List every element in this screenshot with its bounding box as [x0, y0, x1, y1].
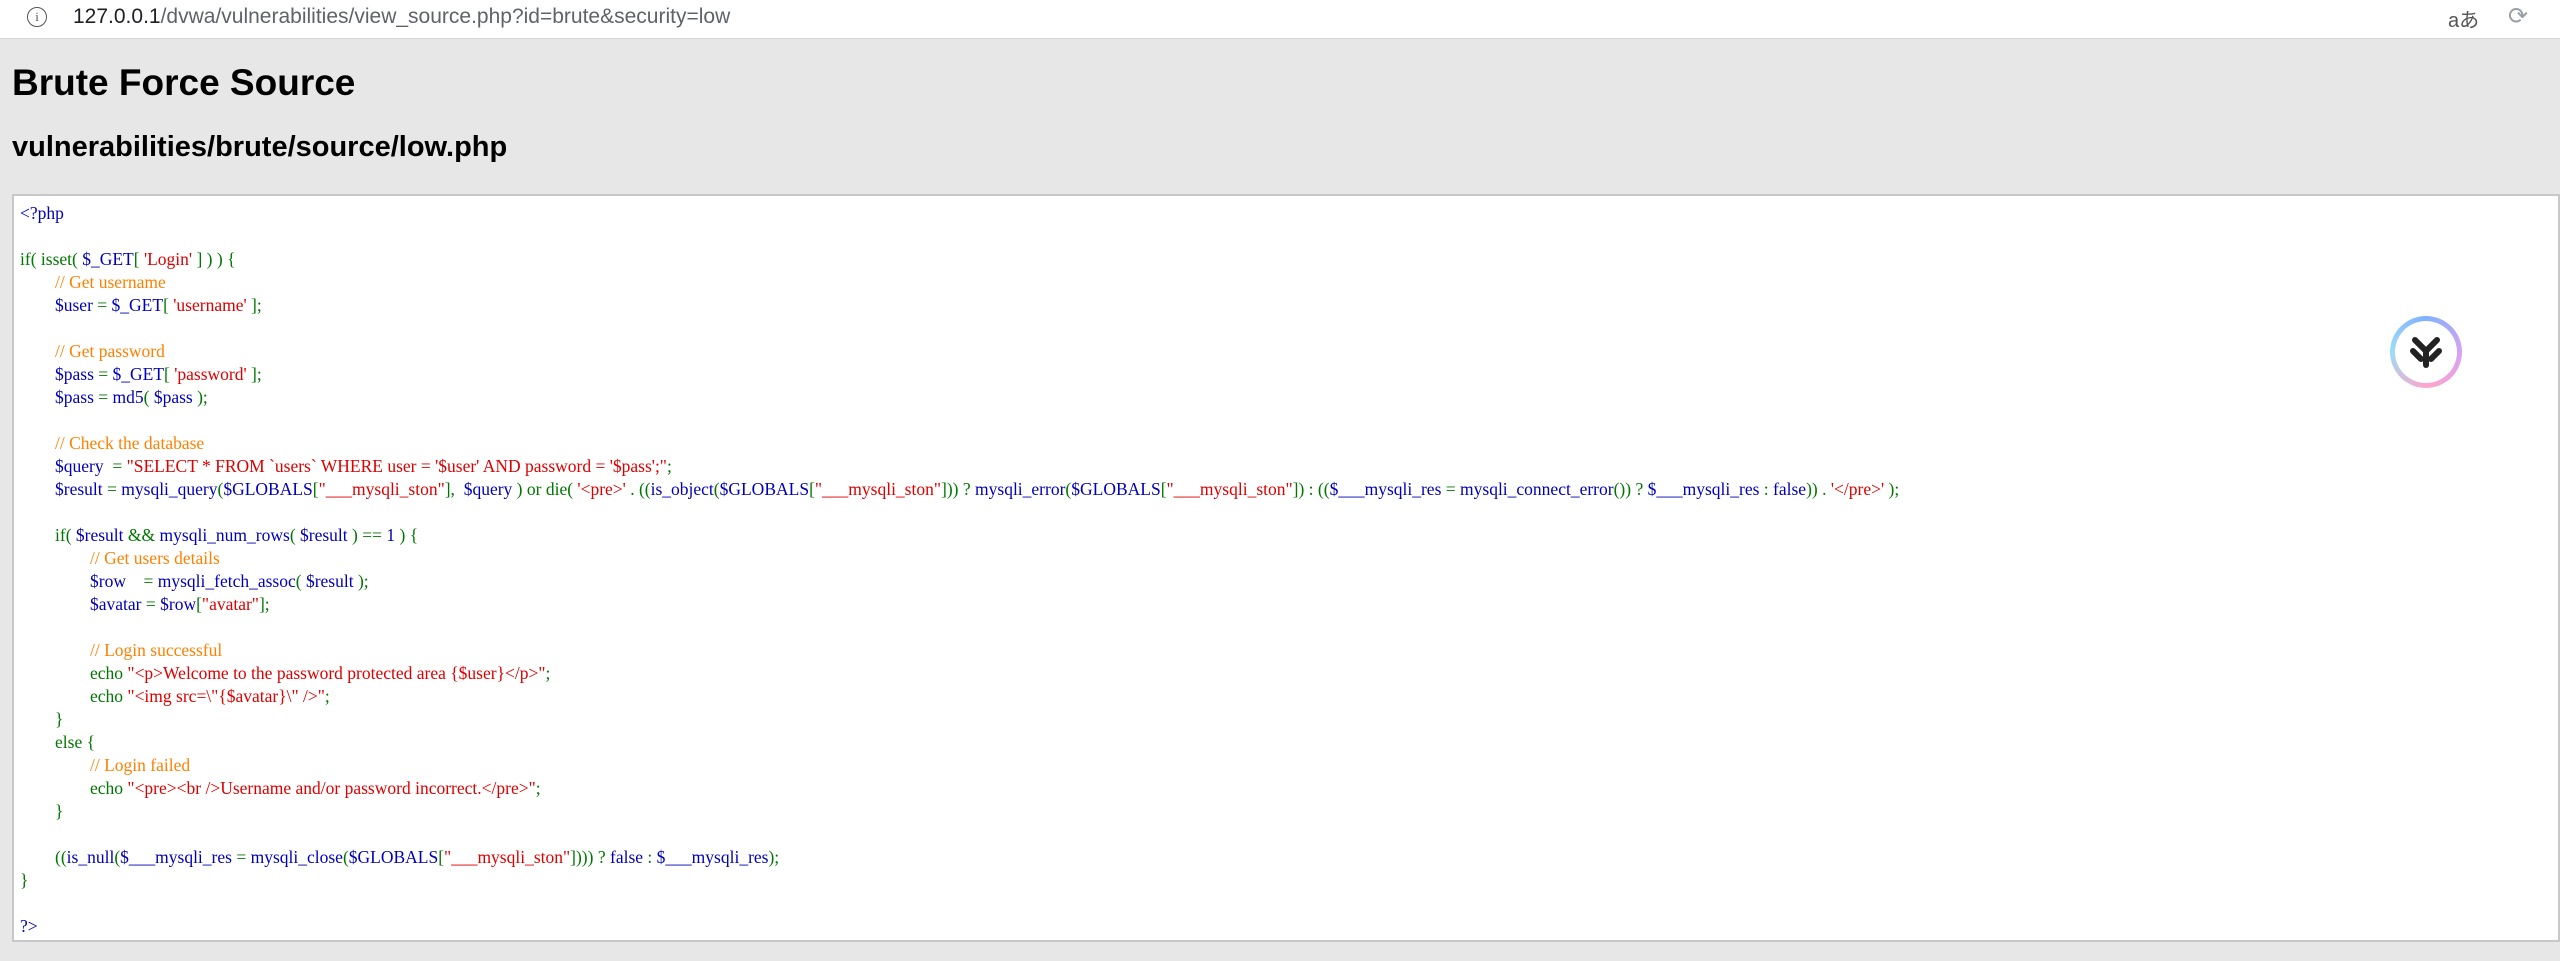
- code-line: $pass = $_GET[ 'password' ];: [55, 364, 262, 384]
- code-line: $result = mysqli_query($GLOBALS["___mysq…: [55, 479, 1900, 499]
- code-line: }: [55, 709, 64, 729]
- translate-icon[interactable]: aあ: [2448, 4, 2479, 33]
- code-line: else {: [55, 732, 95, 752]
- code-line: $pass = md5( $pass );: [55, 387, 208, 407]
- url-host: 127.0.0.1: [73, 5, 161, 28]
- code-line: ?>: [20, 916, 38, 936]
- source-code: <?php if( isset( $_GET[ 'Login' ] ) ) { …: [20, 202, 1899, 938]
- code-line: $query = "SELECT * FROM `users` WHERE us…: [55, 456, 672, 476]
- code-line: ((is_null($___mysqli_res = mysqli_close(…: [55, 847, 780, 867]
- code-line: // Get password: [55, 341, 165, 361]
- code-line: }: [20, 870, 29, 890]
- extension-logo-icon[interactable]: [2390, 316, 2462, 388]
- code-line: if( isset( $_GET[ 'Login' ] ) ) {: [20, 249, 236, 269]
- code-line: // Get username: [55, 272, 166, 292]
- code-line: if( $result && mysqli_num_rows( $result …: [55, 525, 419, 545]
- code-line: $row = mysqli_fetch_assoc( $result );: [90, 571, 369, 591]
- code-line: <?php: [20, 203, 64, 223]
- code-line: echo "<p>Welcome to the password protect…: [90, 663, 551, 683]
- code-line: }: [55, 801, 64, 821]
- browser-address-bar: i 127.0.0.1/dvwa/vulnerabilities/view_so…: [0, 0, 2560, 39]
- reload-icon[interactable]: ⟳: [2508, 2, 2528, 31]
- source-file-path: vulnerabilities/brute/source/low.php: [12, 131, 508, 163]
- code-line: $avatar = $row["avatar"];: [90, 594, 270, 614]
- code-line: // Check the database: [55, 433, 205, 453]
- code-line: // Get users details: [90, 548, 220, 568]
- page-title: Brute Force Source: [12, 62, 356, 103]
- code-line: $user = $_GET[ 'username' ];: [55, 295, 262, 315]
- url-path: /dvwa/vulnerabilities/view_source.php?id…: [160, 5, 731, 28]
- code-line: echo "<pre><br />Username and/or passwor…: [90, 778, 541, 798]
- code-line: // Login successful: [90, 640, 223, 660]
- code-line: echo "<img src=\"{$avatar}\" />";: [90, 686, 330, 706]
- code-line: // Login failed: [90, 755, 191, 775]
- url-field[interactable]: 127.0.0.1/dvwa/vulnerabilities/view_sour…: [73, 5, 730, 29]
- source-code-panel: <?php if( isset( $_GET[ 'Login' ] ) ) { …: [12, 194, 2560, 942]
- info-icon[interactable]: i: [27, 7, 47, 27]
